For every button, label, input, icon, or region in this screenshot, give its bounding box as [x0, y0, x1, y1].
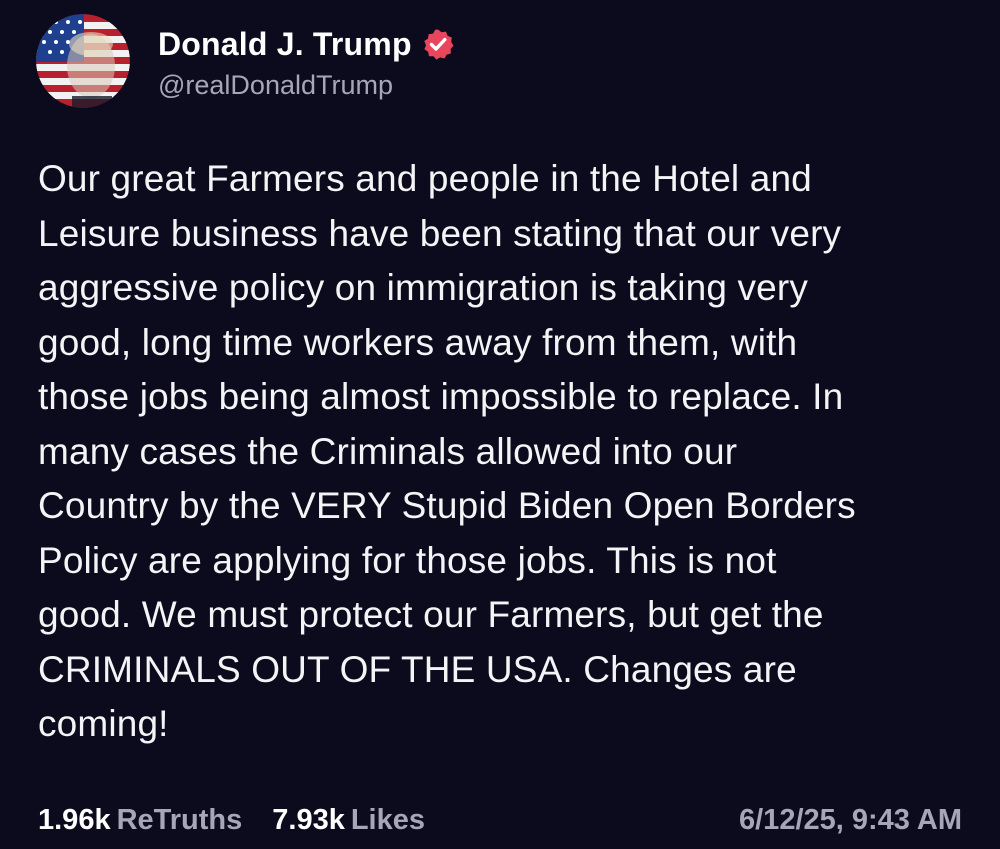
retruths-stat[interactable]: 1.96k ReTruths: [38, 804, 242, 837]
retruths-label: ReTruths: [116, 803, 243, 836]
retruths-count: 1.96k: [38, 803, 111, 836]
post-line: those jobs being almost impossible to re…: [38, 376, 844, 417]
post-line: Leisure business have been stating that …: [38, 212, 842, 254]
post-line: Policy are applying for those jobs. This…: [38, 539, 777, 581]
verified-badge-icon: [422, 28, 454, 60]
post-line: coming!: [38, 703, 169, 744]
post-body: Our great Farmers and people in the Hote…: [38, 152, 968, 752]
truth-post: Donald J. Trump @realDonaldTrump Our gre…: [0, 0, 1000, 849]
flag-portrait-icon: [36, 14, 130, 108]
post-line: good, long time workers away from them, …: [38, 321, 798, 363]
author-handle[interactable]: @realDonaldTrump: [158, 70, 454, 101]
post-header: Donald J. Trump @realDonaldTrump: [158, 20, 454, 101]
post-line: many cases the Criminals allowed into ou…: [38, 430, 738, 472]
avatar[interactable]: [36, 14, 130, 108]
post-line: good. We must protect our Farmers, but g…: [38, 594, 824, 635]
likes-label: Likes: [350, 803, 426, 836]
post-line: Our great Farmers and people in the Hote…: [38, 158, 812, 199]
likes-count: 7.93k: [272, 803, 345, 836]
post-line: CRIMINALS OUT OF THE USA. Changes are: [38, 648, 797, 690]
post-line: aggressive policy on immigration is taki…: [38, 267, 808, 308]
author-display-name[interactable]: Donald J. Trump: [158, 26, 412, 63]
likes-stat[interactable]: 7.93k Likes: [272, 804, 425, 837]
post-timestamp[interactable]: 6/12/25, 9:43 AM: [739, 804, 962, 837]
post-footer: 1.96k ReTruths 7.93k Likes 6/12/25, 9:43…: [38, 798, 962, 842]
post-line: Country by the VERY Stupid Biden Open Bo…: [38, 485, 856, 526]
name-row: Donald J. Trump: [158, 20, 454, 68]
